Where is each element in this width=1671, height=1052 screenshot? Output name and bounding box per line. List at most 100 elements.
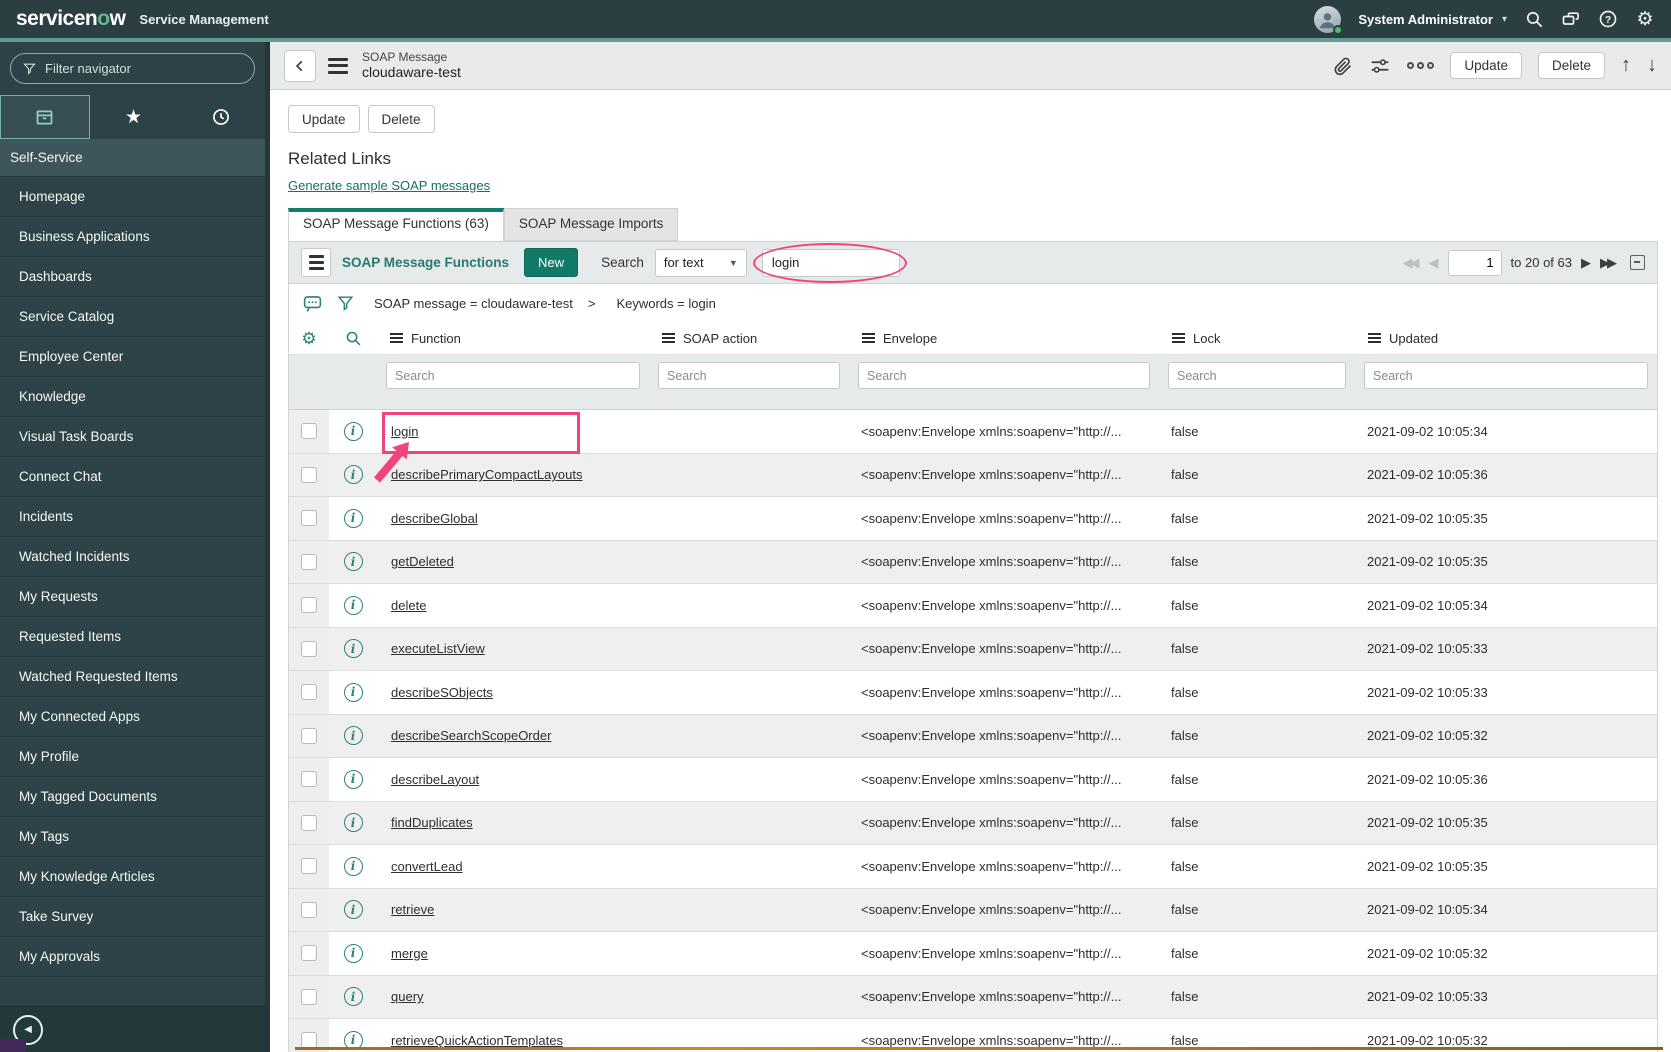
next-page-icon[interactable]: ▶ [1581,256,1591,269]
column-search-input-soap-action[interactable] [658,362,840,389]
breadcrumb-filter-keywords[interactable]: Keywords = login [616,296,715,311]
delete-button[interactable]: Delete [367,105,435,133]
sidebar-item-my-profile[interactable]: My Profile [0,737,265,777]
nav-section-self-service[interactable]: Self-Service [0,139,265,177]
sidebar-item-knowledge[interactable]: Knowledge [0,377,265,417]
sidebar-item-my-tagged-documents[interactable]: My Tagged Documents [0,777,265,817]
sidebar-item-watched-incidents[interactable]: Watched Incidents [0,537,265,577]
tab-all-applications[interactable] [0,95,90,139]
tab-history[interactable] [177,95,265,139]
function-link[interactable]: retrieveQuickActionTemplates [391,1033,563,1048]
function-link[interactable]: describePrimaryCompactLayouts [391,467,582,482]
row-checkbox[interactable] [301,684,317,701]
connect-chat-icon[interactable] [1561,9,1581,29]
breadcrumb-funnel-icon[interactable] [336,294,355,313]
sidebar-item-visual-task-boards[interactable]: Visual Task Boards [0,417,265,457]
function-link[interactable]: merge [391,946,428,961]
row-checkbox[interactable] [301,814,317,831]
global-search-icon[interactable] [1524,9,1544,29]
function-link[interactable]: describeSearchScopeOrder [391,728,551,743]
generate-sample-soap-messages-link[interactable]: Generate sample SOAP messages [288,178,490,194]
row-checkbox[interactable] [301,1032,317,1049]
row-checkbox[interactable] [301,945,317,962]
function-link[interactable]: getDeleted [391,554,454,569]
sidebar-item-service-catalog[interactable]: Service Catalog [0,297,265,337]
column-search-input-updated[interactable] [1364,362,1648,389]
tab-favorites[interactable]: ★ [90,95,178,139]
column-menu-icon[interactable] [390,337,403,339]
sidebar-item-incidents[interactable]: Incidents [0,497,265,537]
personalize-sliders-icon[interactable] [1369,56,1391,76]
function-link[interactable]: describeLayout [391,772,479,787]
column-header-envelope[interactable]: Envelope [849,331,1159,346]
column-search-input-function[interactable] [386,362,640,389]
tab-soap-message-functions[interactable]: SOAP Message Functions (63) [288,208,504,241]
help-icon[interactable]: ? [1598,9,1618,29]
row-checkbox[interactable] [301,423,317,440]
last-page-icon[interactable]: ▶▶ [1600,256,1617,269]
row-checkbox[interactable] [301,858,317,875]
sidebar-item-employee-center[interactable]: Employee Center [0,337,265,377]
sidebar-item-my-requests[interactable]: My Requests [0,577,265,617]
column-header-function[interactable]: Function [377,331,649,346]
search-type-select[interactable]: for text ▼ [654,248,747,277]
column-menu-icon[interactable] [1172,337,1185,339]
sidebar-item-my-connected-apps[interactable]: My Connected Apps [0,697,265,737]
column-header-soap-action[interactable]: SOAP action [649,331,849,346]
list-chat-icon[interactable] [302,293,323,314]
info-icon[interactable]: i [343,856,363,876]
info-icon[interactable]: i [343,900,363,920]
info-icon[interactable]: i [343,726,363,746]
function-link[interactable]: retrieve [391,902,434,917]
sidebar-item-my-tags[interactable]: My Tags [0,817,265,857]
row-checkbox[interactable] [301,640,317,657]
list-search-input[interactable] [761,248,900,277]
info-icon[interactable]: i [343,769,363,789]
row-checkbox[interactable] [301,597,317,614]
sidebar-item-take-survey[interactable]: Take Survey [0,897,265,937]
column-header-lock[interactable]: Lock [1159,331,1355,346]
info-icon[interactable]: i [343,813,363,833]
info-icon[interactable]: i [343,682,363,702]
previous-record-arrow-icon[interactable]: ↑ [1621,54,1631,77]
user-menu-caret-icon[interactable]: ▾ [1502,14,1507,25]
info-icon[interactable]: i [343,987,363,1007]
sidebar-item-business-applications[interactable]: Business Applications [0,217,265,257]
next-record-arrow-icon[interactable]: ↓ [1647,54,1657,77]
sidebar-item-homepage[interactable]: Homepage [0,177,265,217]
more-options-icon[interactable] [1407,62,1435,69]
list-settings-gear-icon[interactable]: ⚙ [289,330,329,347]
info-icon[interactable]: i [343,595,363,615]
column-header-updated[interactable]: Updated [1355,331,1657,346]
sidebar-item-requested-items[interactable]: Requested Items [0,617,265,657]
function-link[interactable]: describeGlobal [391,511,478,526]
info-icon[interactable]: i [343,421,363,441]
column-search-toggle-icon[interactable] [329,330,377,347]
column-menu-icon[interactable] [862,337,875,339]
info-icon[interactable]: i [343,465,363,485]
column-search-input-envelope[interactable] [858,362,1150,389]
update-button[interactable]: Update [288,105,360,133]
function-link[interactable]: executeListView [391,641,485,656]
filter-navigator-input[interactable] [10,53,255,84]
sidebar-item-connect-chat[interactable]: Connect Chat [0,457,265,497]
list-context-menu-icon[interactable] [301,248,331,277]
form-context-menu-icon[interactable] [328,57,348,74]
settings-gear-icon[interactable]: ⚙ [1635,9,1655,29]
attachment-paperclip-icon[interactable] [1333,56,1353,76]
row-checkbox[interactable] [301,988,317,1005]
row-checkbox[interactable] [301,466,317,483]
new-button[interactable]: New [524,248,579,277]
info-icon[interactable]: i [343,943,363,963]
sidebar-item-my-approvals[interactable]: My Approvals [0,937,265,977]
row-checkbox[interactable] [301,727,317,744]
sidebar-item-watched-requested-items[interactable]: Watched Requested Items [0,657,265,697]
first-page-icon[interactable]: ◀◀ [1403,256,1420,269]
update-button-header[interactable]: Update [1450,52,1522,79]
collapse-list-icon[interactable] [1630,255,1645,270]
function-link[interactable]: login [391,424,418,439]
function-link[interactable]: query [391,989,424,1004]
row-checkbox[interactable] [301,901,317,918]
function-link[interactable]: findDuplicates [391,815,473,830]
user-avatar[interactable] [1314,5,1344,35]
